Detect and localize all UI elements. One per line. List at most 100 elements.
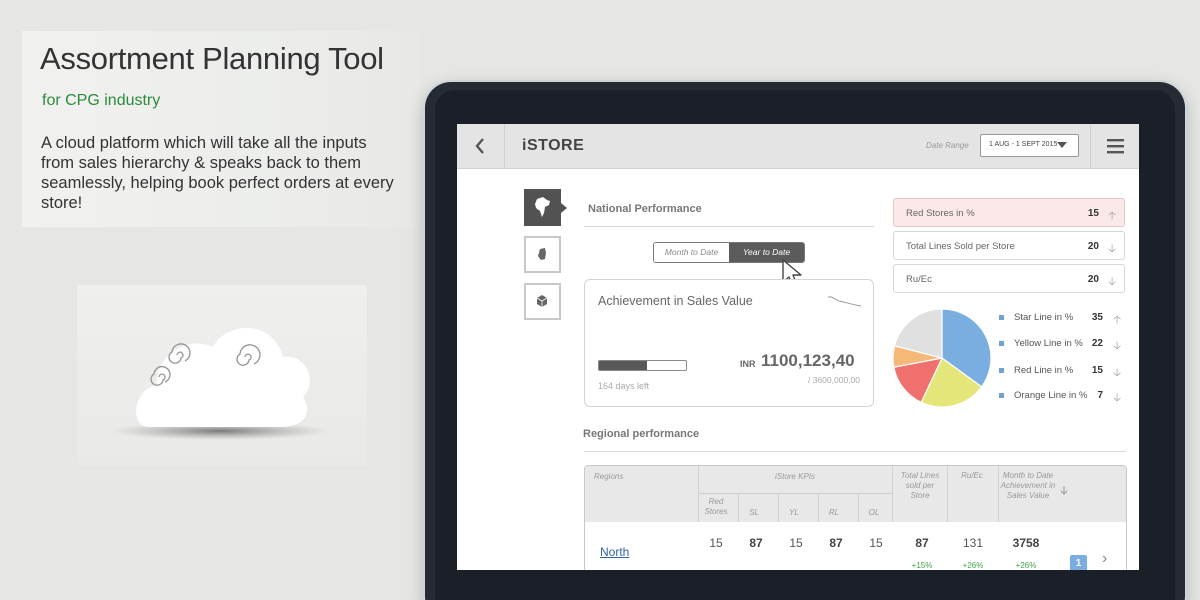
divider xyxy=(584,226,874,227)
cell-red-stores: 15 xyxy=(709,536,723,550)
divider xyxy=(858,494,859,522)
header-red-stores: Red Stores xyxy=(704,497,728,516)
kpi-label: Total Lines Sold per Store xyxy=(906,241,1015,252)
header-istore-kpis: iStore KPIs xyxy=(774,472,815,481)
chevron-left-icon xyxy=(475,138,484,154)
divider xyxy=(892,466,893,522)
arrow-down-icon: 🡣 xyxy=(1113,392,1121,404)
divider xyxy=(584,451,1126,452)
region-map-icon xyxy=(538,248,546,260)
divider xyxy=(818,494,819,522)
hamburger-menu-icon xyxy=(1107,139,1124,154)
kpi-value: 20 xyxy=(1087,274,1099,285)
nav-national-map[interactable] xyxy=(524,189,561,226)
sparkline-icon xyxy=(827,296,862,307)
divider xyxy=(998,466,999,522)
currency-label: INR xyxy=(740,359,756,369)
legend-yellow-line: Yellow Line in % 22 🡣 xyxy=(999,337,1123,352)
cell-ru-ec: 131 xyxy=(962,536,984,550)
legend-square xyxy=(999,368,1004,373)
promo-title: Assortment Planning Tool xyxy=(40,41,384,76)
header-sl: SL xyxy=(749,508,759,517)
date-range-value: 1 AUG - 1 SEPT 2015 xyxy=(989,141,1058,148)
date-range-select[interactable]: 1 AUG - 1 SEPT 2015 xyxy=(980,134,1079,157)
cloud-illustration-panel xyxy=(77,285,367,466)
header-regions: Regions xyxy=(594,472,624,481)
app-screen: iSTORE Date Range 1 AUG - 1 SEPT 2015 Na… xyxy=(457,124,1139,570)
kpi-ru-ec[interactable]: Ru/Ec 20 🡣 xyxy=(893,264,1125,293)
legend-value: 7 xyxy=(1097,390,1103,401)
legend-label: Yellow Line in % xyxy=(1014,338,1083,349)
cell-ol: 15 xyxy=(869,536,883,550)
date-range-label: Date Range xyxy=(926,141,969,150)
divider xyxy=(738,494,739,522)
app-header: iSTORE Date Range 1 AUG - 1 SEPT 2015 xyxy=(457,124,1139,169)
cell-mtd: 3758 xyxy=(1012,536,1040,550)
region-link-north[interactable]: North xyxy=(600,545,629,559)
active-pointer-icon xyxy=(561,203,567,213)
header-rl: RL xyxy=(828,508,840,517)
tablet-bezel-bottom xyxy=(457,570,1139,600)
legend-value: 35 xyxy=(1091,312,1103,323)
divider xyxy=(698,466,699,522)
progress-fill xyxy=(599,361,647,370)
header-mtd-achievement[interactable]: Month to Date Achievement in Sales Value xyxy=(999,471,1057,501)
nav-store[interactable] xyxy=(524,283,561,320)
header-yl: YL xyxy=(789,508,799,517)
toggle-month-to-date[interactable]: Month to Date xyxy=(654,243,729,262)
chevron-right-icon[interactable]: › xyxy=(1102,550,1107,568)
kpi-label: Ru/Ec xyxy=(906,274,932,285)
legend-value: 15 xyxy=(1091,365,1103,376)
arrow-down-icon: 🡣 xyxy=(1108,243,1116,255)
delta-ru-ec: +26% xyxy=(962,561,984,570)
divider xyxy=(947,466,948,522)
legend-red-line: Red Line in % 15 🡣 xyxy=(999,364,1123,379)
kpi-red-stores[interactable]: Red Stores in % 15 🡡 xyxy=(893,198,1125,227)
delta-total-lines: +15% xyxy=(911,561,933,570)
menu-button[interactable] xyxy=(1090,124,1139,169)
legend-star-line: Star Line in % 35 🡡 xyxy=(999,311,1123,326)
india-map-icon xyxy=(535,197,550,217)
achievement-progress-bar xyxy=(598,360,687,371)
arrow-down-icon: 🡣 xyxy=(1108,276,1116,288)
kpi-value: 20 xyxy=(1087,241,1099,252)
days-left: 164 days left xyxy=(598,381,650,391)
legend-square xyxy=(999,315,1004,320)
legend-square xyxy=(999,393,1004,398)
cloud-icon xyxy=(110,327,330,440)
legend-orange-line: Orange Line in % 7 🡣 xyxy=(999,389,1123,404)
regional-table: Regions iStore KPIs Red Stores SL YL RL … xyxy=(584,465,1127,570)
arrow-down-icon: 🡣 xyxy=(1113,367,1121,379)
legend-value: 22 xyxy=(1091,338,1103,349)
promo-subtitle: for CPG industry xyxy=(42,92,161,109)
legend-square xyxy=(999,341,1004,346)
kpi-label: Red Stores in % xyxy=(906,208,975,219)
sales-target: / 3600,000,00 xyxy=(808,375,860,385)
caret-down-icon xyxy=(1057,142,1067,148)
nav-region-map[interactable] xyxy=(524,236,561,273)
cell-yl: 15 xyxy=(789,536,803,550)
legend-label: Star Line in % xyxy=(1014,312,1074,323)
cell-total-lines: 87 xyxy=(915,536,929,550)
arrow-up-icon: 🡡 xyxy=(1108,210,1116,222)
header-ol: OL xyxy=(868,508,880,517)
page-badge[interactable]: 1 xyxy=(1070,555,1087,570)
app-title: iSTORE xyxy=(522,137,585,154)
arrow-up-icon: 🡡 xyxy=(1113,314,1121,326)
cell-rl: 87 xyxy=(829,536,843,550)
back-button[interactable] xyxy=(457,124,505,169)
kpi-total-lines[interactable]: Total Lines Sold per Store 20 🡣 xyxy=(893,231,1125,260)
divider xyxy=(778,494,779,522)
kpi-value: 15 xyxy=(1087,208,1099,219)
header-ru-ec: Ru/Ec xyxy=(961,471,983,480)
arrow-down-icon: 🡣 xyxy=(1113,340,1121,352)
header-total-lines: Total Lines sold per Store xyxy=(900,471,940,500)
divider xyxy=(698,493,892,494)
sort-arrow-icon[interactable] xyxy=(1060,486,1068,496)
promo-panel: Assortment Planning Tool for CPG industr… xyxy=(22,31,420,227)
regional-performance-title: Regional performance xyxy=(583,428,700,440)
legend-label: Red Line in % xyxy=(1014,365,1074,376)
sales-achievement-card: Achievement in Sales Value 164 days left… xyxy=(584,279,874,407)
card-title: Achievement in Sales Value xyxy=(598,294,753,308)
delta-mtd: +26% xyxy=(1015,561,1037,570)
